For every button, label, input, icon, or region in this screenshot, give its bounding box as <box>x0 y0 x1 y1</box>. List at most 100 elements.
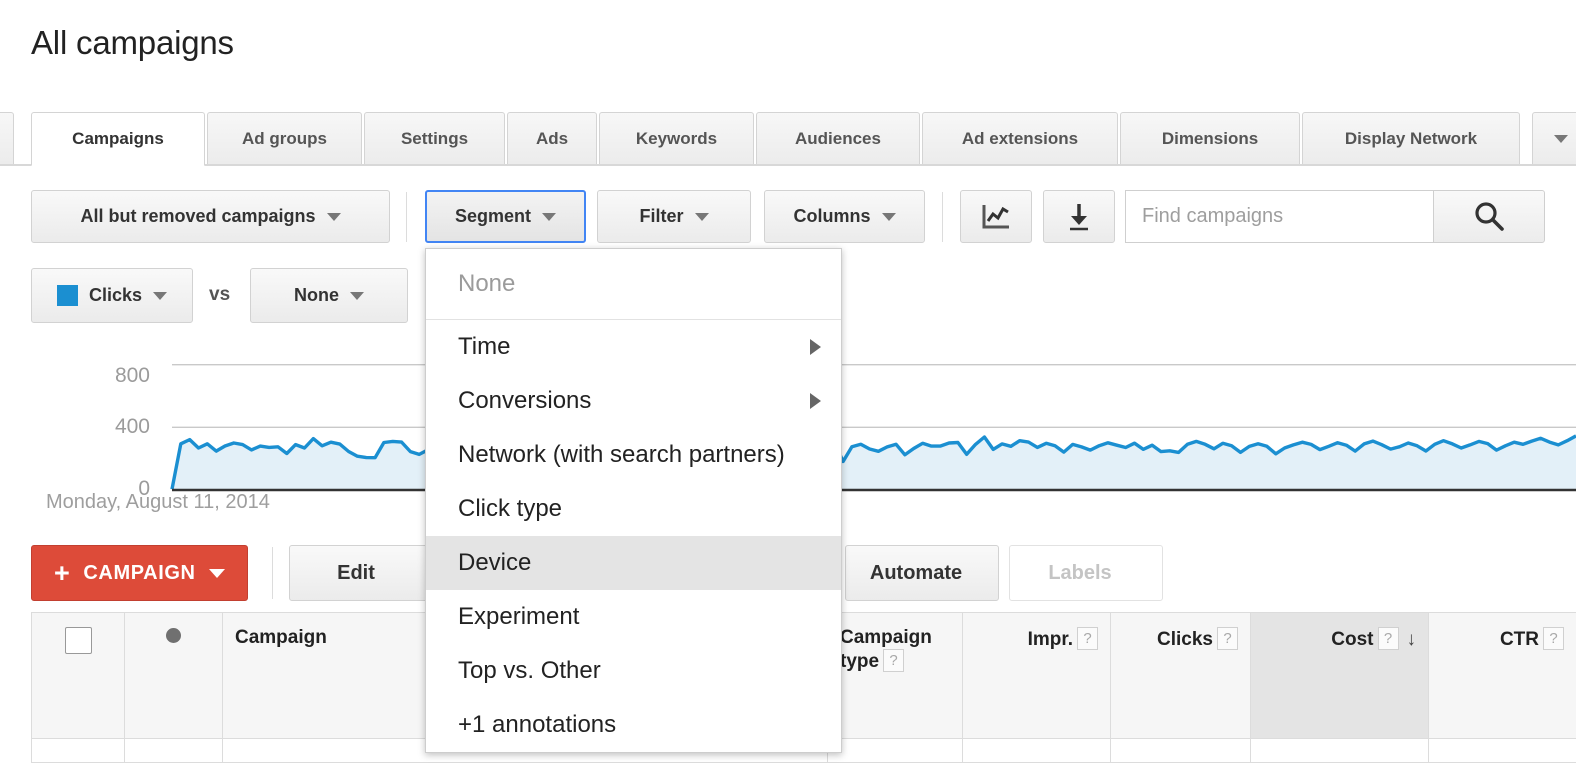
toolbar-divider <box>406 192 407 242</box>
columns-button[interactable]: Columns <box>764 190 925 243</box>
segment-menu-item-conversions[interactable]: Conversions <box>426 374 841 428</box>
menu-item-label: Click type <box>458 495 563 522</box>
help-icon[interactable]: ? <box>883 649 905 672</box>
primary-metric-label: Clicks <box>88 285 143 305</box>
th-ctr[interactable]: CTR? <box>1428 612 1576 739</box>
segment-button[interactable]: Segment <box>425 190 586 243</box>
menu-item-label: Top vs. Other <box>458 657 601 684</box>
th-status[interactable] <box>124 612 223 739</box>
search-box[interactable] <box>1125 190 1433 243</box>
segment-menu-item-experiment[interactable]: Experiment <box>426 590 841 644</box>
automate-button[interactable]: Automate <box>845 545 999 601</box>
chevron-down-icon <box>208 568 225 578</box>
tab-campaigns[interactable]: Campaigns <box>31 112 205 166</box>
th-label: CTR <box>1499 629 1539 650</box>
th-label: Cost <box>1331 629 1374 650</box>
labels-label: Labels <box>1048 561 1112 584</box>
segment-menu-item-device[interactable]: Device <box>426 536 841 590</box>
help-icon[interactable]: ? <box>1217 627 1238 650</box>
th-label: Impr. <box>1027 629 1073 650</box>
menu-item-label: Conversions <box>458 387 592 414</box>
tab-ads[interactable]: Ads <box>507 112 597 165</box>
segment-dropdown-menu[interactable]: None Time Conversions Network (with sear… <box>425 248 842 753</box>
segment-menu-item-none[interactable]: None <box>426 249 841 319</box>
add-campaign-label: CAMPAIGN <box>83 561 196 584</box>
segment-menu-item-network[interactable]: Network (with search partners) <box>426 428 841 482</box>
tab-label: Dimensions <box>1161 128 1259 148</box>
chevron-down-icon <box>542 212 557 221</box>
tab-label: Ads <box>535 128 569 148</box>
tab-label: Audiences <box>795 128 881 148</box>
metric-color-swatch <box>56 285 78 306</box>
plus-icon: + <box>54 557 71 588</box>
tab-overflow-button[interactable] <box>1532 112 1576 165</box>
th-label: Clicks <box>1157 629 1213 650</box>
page-title: All campaigns <box>31 24 234 61</box>
chart-toggle-button[interactable] <box>960 190 1032 243</box>
chevron-down-icon <box>350 291 364 300</box>
tab-stub[interactable] <box>0 112 14 165</box>
tab-display-network[interactable]: Display Network <box>1302 112 1520 165</box>
tab-audiences[interactable]: Audiences <box>756 112 920 165</box>
y-axis-tick-800: 800 <box>114 364 150 387</box>
download-icon <box>1070 203 1088 230</box>
columns-label: Columns <box>793 206 871 226</box>
th-campaign-type[interactable]: Campaign type? <box>827 612 963 739</box>
help-icon[interactable]: ? <box>1377 627 1399 650</box>
menu-item-label: None <box>458 270 516 297</box>
segment-menu-item-top-vs-other[interactable]: Top vs. Other <box>426 644 841 698</box>
tab-keywords[interactable]: Keywords <box>599 112 754 165</box>
segment-label: Segment <box>454 206 532 226</box>
segment-menu-item-click-type[interactable]: Click type <box>426 482 841 536</box>
edit-label: Edit <box>337 561 375 584</box>
th-impressions[interactable]: Impr.? <box>962 612 1111 739</box>
th-cost[interactable]: Cost? ↓ <box>1250 612 1429 739</box>
th-label: Campaign <box>235 627 327 648</box>
tab-label: Ad groups <box>242 128 327 148</box>
download-button[interactable] <box>1043 190 1115 243</box>
tab-label: Settings <box>400 128 469 148</box>
select-all-checkbox[interactable] <box>64 627 92 654</box>
chevron-right-icon <box>810 393 821 409</box>
y-axis-tick-400: 400 <box>114 415 150 438</box>
segment-menu-item-time[interactable]: Time <box>426 320 841 374</box>
help-icon[interactable]: ? <box>1077 627 1098 650</box>
th-select-all[interactable] <box>31 612 125 739</box>
secondary-metric-label: None <box>294 285 339 305</box>
search-button[interactable] <box>1433 190 1545 243</box>
th-clicks[interactable]: Clicks? <box>1110 612 1251 739</box>
toolbar: All but removed campaigns Segment Filter… <box>0 190 1576 248</box>
tab-label: Display Network <box>1344 128 1478 148</box>
edit-button[interactable]: Edit <box>289 545 435 601</box>
search-icon <box>1475 201 1504 231</box>
menu-item-label: Experiment <box>458 603 580 630</box>
add-campaign-button[interactable]: + CAMPAIGN <box>31 545 248 601</box>
search-input[interactable] <box>1140 204 1433 229</box>
sort-desc-icon[interactable]: ↓ <box>1407 629 1417 651</box>
chevron-down-icon <box>326 212 341 221</box>
line-chart-icon <box>982 204 1009 228</box>
campaign-filter-button[interactable]: All but removed campaigns <box>31 190 390 243</box>
tab-settings[interactable]: Settings <box>364 112 505 165</box>
labels-button[interactable]: Labels <box>1009 545 1163 601</box>
tab-ad-extensions[interactable]: Ad extensions <box>922 112 1118 165</box>
primary-metric-button[interactable]: Clicks <box>31 268 193 323</box>
chevron-right-icon <box>810 339 821 355</box>
menu-item-label: +1 annotations <box>458 711 617 738</box>
tab-ad-groups[interactable]: Ad groups <box>207 112 362 165</box>
tab-label: Keywords <box>635 128 718 148</box>
chevron-down-icon <box>153 291 168 300</box>
menu-item-label: Network (with search partners) <box>458 441 785 468</box>
chevron-down-icon <box>881 212 896 221</box>
tab-label: Ad extensions <box>961 128 1079 148</box>
secondary-metric-button[interactable]: None <box>250 268 408 323</box>
segment-menu-item-plus-one-annotations[interactable]: +1 annotations <box>426 698 841 752</box>
filter-button[interactable]: Filter <box>597 190 751 243</box>
tab-dimensions[interactable]: Dimensions <box>1120 112 1300 165</box>
action-divider <box>272 547 273 599</box>
tab-label: Campaigns <box>72 129 164 148</box>
help-icon[interactable]: ? <box>1543 627 1564 650</box>
vs-label: vs <box>209 284 231 305</box>
menu-item-label: Time <box>458 333 511 360</box>
menu-item-label: Device <box>458 549 532 576</box>
